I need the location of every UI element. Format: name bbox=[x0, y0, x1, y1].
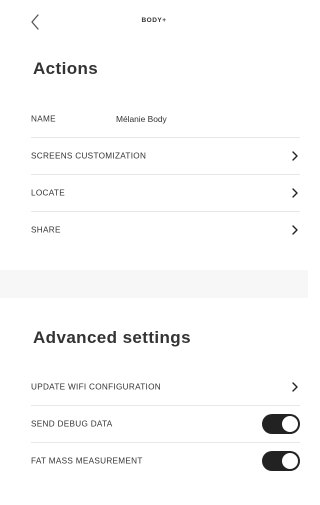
nav-bar: BODY+ bbox=[0, 0, 308, 44]
screens-customization-label: SCREENS CUSTOMIZATION bbox=[31, 151, 147, 160]
actions-section-title: Actions bbox=[33, 59, 99, 78]
advanced-section-title: Advanced settings bbox=[33, 328, 191, 347]
toggle-knob bbox=[282, 452, 298, 469]
toggle-knob bbox=[282, 415, 298, 432]
fat-mass-row: FAT MASS MEASUREMENT bbox=[31, 442, 300, 479]
name-value: Mélanie Body bbox=[116, 113, 167, 124]
fat-mass-toggle[interactable] bbox=[262, 450, 300, 471]
chevron-right-icon bbox=[292, 187, 298, 198]
share-label: SHARE bbox=[31, 225, 61, 234]
update-wifi-label: UPDATE WIFI CONFIGURATION bbox=[31, 382, 162, 391]
locate-row[interactable]: LOCATE bbox=[31, 174, 300, 211]
send-debug-row: SEND DEBUG DATA bbox=[31, 405, 300, 442]
name-label: NAME bbox=[31, 114, 56, 123]
screens-customization-row[interactable]: SCREENS CUSTOMIZATION bbox=[31, 137, 300, 174]
send-debug-label: SEND DEBUG DATA bbox=[31, 419, 113, 428]
locate-label: LOCATE bbox=[31, 188, 65, 197]
fat-mass-label: FAT MASS MEASUREMENT bbox=[31, 456, 143, 465]
share-row[interactable]: SHARE bbox=[31, 211, 300, 248]
chevron-right-icon bbox=[292, 224, 298, 235]
section-separator bbox=[0, 270, 308, 298]
chevron-right-icon bbox=[292, 381, 298, 392]
name-row[interactable]: NAME Mélanie Body bbox=[31, 100, 300, 137]
page-title: BODY+ bbox=[141, 17, 167, 24]
update-wifi-row[interactable]: UPDATE WIFI CONFIGURATION bbox=[31, 368, 300, 405]
chevron-right-icon bbox=[292, 150, 298, 161]
send-debug-toggle[interactable] bbox=[262, 413, 300, 434]
